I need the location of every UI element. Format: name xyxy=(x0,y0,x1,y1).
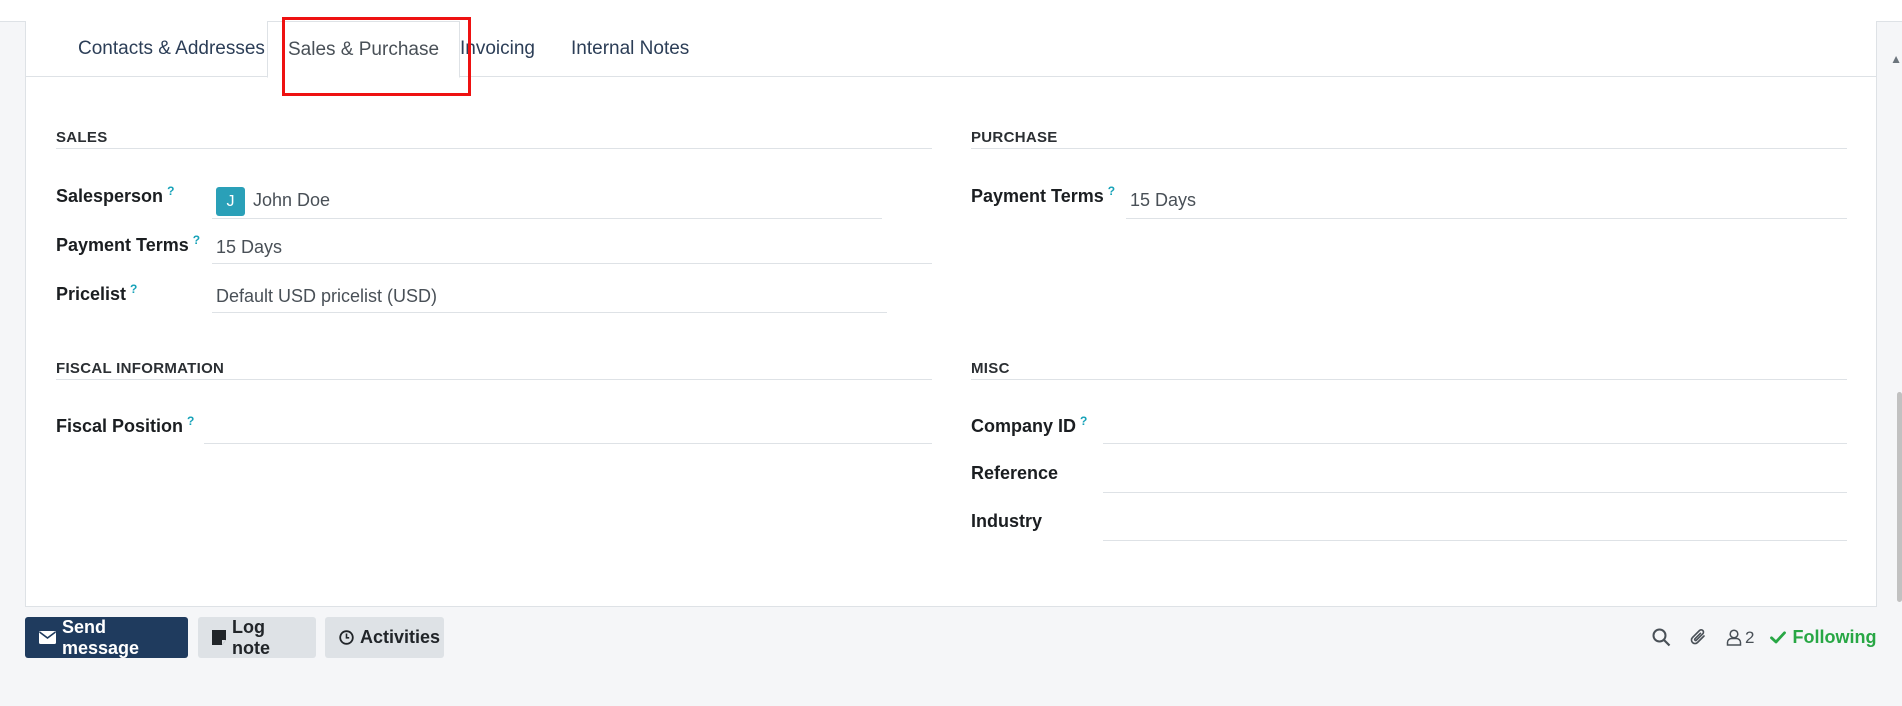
industry-field[interactable] xyxy=(1103,506,1847,541)
notebook-tabs: Contacts & Addresses Sales & Purchase In… xyxy=(26,17,1876,96)
fiscal-position-field[interactable] xyxy=(204,409,932,444)
tab-contacts-addresses[interactable]: Contacts & Addresses xyxy=(78,21,265,77)
clock-icon xyxy=(339,630,354,645)
top-strip xyxy=(0,0,1902,22)
tab-sales-purchase[interactable]: Sales & Purchase xyxy=(267,21,461,78)
payment-terms-label: Payment Terms? xyxy=(56,233,201,255)
following-button[interactable]: Following xyxy=(1770,627,1876,648)
help-icon[interactable]: ? xyxy=(187,414,194,428)
purchase-section-title: PURCHASE xyxy=(971,129,1847,149)
help-icon[interactable]: ? xyxy=(1080,414,1087,428)
salesperson-value: John Doe xyxy=(253,190,331,210)
sales-section-title: SALES xyxy=(56,129,932,149)
salesperson-field[interactable]: J John Doe xyxy=(212,181,882,219)
scrollbar[interactable]: ▲ xyxy=(1890,22,1902,706)
paperclip-icon[interactable] xyxy=(1689,628,1708,647)
envelope-icon xyxy=(39,631,56,644)
pricelist-label: Pricelist? xyxy=(56,282,138,304)
form-sheet: Contacts & Addresses Sales & Purchase In… xyxy=(25,17,1877,607)
scrollbar-thumb[interactable] xyxy=(1897,392,1902,602)
help-icon[interactable]: ? xyxy=(193,233,200,247)
check-icon xyxy=(1770,631,1787,644)
chatter-tools: 2 Following xyxy=(1652,617,1876,658)
help-icon[interactable]: ? xyxy=(130,282,137,296)
scroll-up-icon[interactable]: ▲ xyxy=(1890,52,1902,66)
avatar: J xyxy=(216,186,245,216)
payment-terms-field[interactable]: 15 Days xyxy=(212,230,932,264)
fiscal-section-title: FISCAL INFORMATION xyxy=(56,360,932,380)
search-icon[interactable] xyxy=(1652,628,1671,647)
activities-button[interactable]: Activities xyxy=(325,617,444,658)
purchase-payment-terms-field[interactable]: 15 Days xyxy=(1126,181,1847,219)
followers-count: 2 xyxy=(1745,627,1755,647)
company-id-label: Company ID? xyxy=(971,414,1088,436)
help-icon[interactable]: ? xyxy=(167,184,174,198)
fiscal-position-label: Fiscal Position? xyxy=(56,414,195,436)
salesperson-label: Salesperson? xyxy=(56,184,175,206)
tab-invoicing[interactable]: Invoicing xyxy=(460,21,535,77)
reference-field[interactable] xyxy=(1103,458,1847,493)
user-icon xyxy=(1726,629,1742,646)
note-icon xyxy=(212,630,226,645)
pricelist-field[interactable]: Default USD pricelist (USD) xyxy=(212,279,887,313)
log-note-button[interactable]: Log note xyxy=(198,617,316,658)
misc-section-title: MISC xyxy=(971,360,1847,380)
followers-button[interactable]: 2 xyxy=(1726,628,1754,648)
industry-label: Industry xyxy=(971,511,1043,531)
purchase-payment-terms-label: Payment Terms? xyxy=(971,184,1116,206)
tab-internal-notes[interactable]: Internal Notes xyxy=(571,21,689,77)
reference-label: Reference xyxy=(971,463,1059,483)
help-icon[interactable]: ? xyxy=(1108,184,1115,198)
company-id-field[interactable] xyxy=(1103,409,1847,444)
send-message-button[interactable]: Send message xyxy=(25,617,188,658)
